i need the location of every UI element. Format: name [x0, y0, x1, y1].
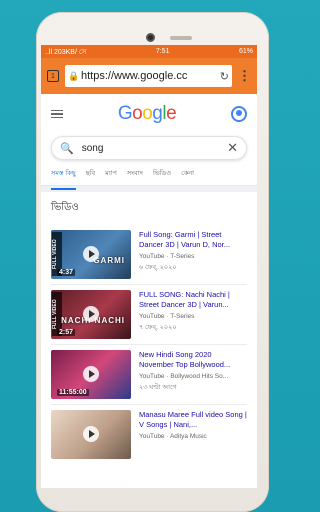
- tab-news[interactable]: সংবাদ: [127, 168, 143, 185]
- video-thumbnail[interactable]: FULL VIDEO NACHI NACHI 2:57: [51, 290, 131, 339]
- tab-all[interactable]: সমস্ত কিছু: [51, 168, 76, 190]
- tab-switcher-button[interactable]: 1: [47, 70, 59, 82]
- video-duration: 4:37: [57, 269, 76, 276]
- video-source: YouTube · Bollywood Hits So...: [139, 373, 229, 381]
- account-icon[interactable]: [231, 106, 247, 122]
- carrier-speed: ..ll 203KB/ সে: [45, 48, 87, 56]
- video-source: YouTube · T-Series: [139, 313, 195, 321]
- video-title-link[interactable]: New Hindi Song 2020 November Top Bollywo…: [139, 350, 247, 370]
- play-icon[interactable]: [83, 366, 99, 382]
- search-input[interactable]: song: [82, 143, 219, 154]
- address-bar[interactable]: 🔒 https://www.google.cc ↻: [65, 65, 232, 87]
- clock: 7:51: [155, 48, 170, 55]
- video-title-link[interactable]: Manasu Maree Full video Song | V Songs |…: [139, 410, 247, 430]
- video-result[interactable]: Manasu Maree Full video Song | V Songs |…: [51, 405, 247, 464]
- url-text[interactable]: https://www.google.cc: [81, 70, 217, 82]
- tab-videos[interactable]: ভিডিও: [153, 168, 171, 185]
- earpiece-speaker: [170, 36, 192, 40]
- play-icon[interactable]: [83, 426, 99, 442]
- videos-section: ভিডিও FULL VIDEO GARMI 4:37 Full Song: G…: [41, 192, 257, 472]
- status-bar: ..ll 203KB/ সে 7:51 61%: [41, 45, 257, 58]
- video-date: ৬ ফেব্, ২০২০: [139, 264, 177, 272]
- video-date: ২৩ ঘণ্টা আগে: [139, 384, 177, 392]
- video-title-link[interactable]: Full Song: Garmi | Street Dancer 3D | Va…: [139, 230, 247, 250]
- menu-icon[interactable]: ⋮: [238, 68, 251, 84]
- video-result[interactable]: FULL VIDEO NACHI NACHI 2:57 FULL SONG: N…: [51, 285, 247, 345]
- tab-maps[interactable]: ম্যাপ: [105, 168, 117, 185]
- video-duration: 2:57: [57, 329, 76, 336]
- play-icon[interactable]: [83, 306, 99, 322]
- video-thumbnail[interactable]: FULL VIDEO GARMI 4:37: [51, 230, 131, 279]
- video-source: YouTube · T-Series: [139, 253, 195, 261]
- play-icon[interactable]: [83, 246, 99, 262]
- video-duration: 11:55:00: [57, 389, 89, 396]
- clear-search-icon[interactable]: ✕: [227, 140, 238, 156]
- video-meta: Full Song: Garmi | Street Dancer 3D | Va…: [139, 230, 247, 279]
- search-icon[interactable]: 🔍: [60, 142, 74, 155]
- video-thumbnail[interactable]: 11:55:00: [51, 350, 131, 399]
- lock-icon: 🔒: [68, 71, 80, 81]
- video-meta: New Hindi Song 2020 November Top Bollywo…: [139, 350, 247, 399]
- video-meta: Manasu Maree Full video Song | V Songs |…: [139, 410, 247, 459]
- browser-toolbar: 1 🔒 https://www.google.cc ↻ ⋮: [41, 58, 257, 94]
- search-box[interactable]: 🔍 song ✕: [51, 136, 247, 160]
- videos-heading: ভিডিও: [51, 202, 79, 213]
- tab-shopping[interactable]: কেনা: [181, 168, 194, 185]
- video-result[interactable]: FULL VIDEO GARMI 4:37 Full Song: Garmi |…: [51, 225, 247, 285]
- reload-icon[interactable]: ↻: [220, 70, 229, 83]
- search-tabs: সমস্ত কিছু ছবি ম্যাপ সংবাদ ভিডিও কেনা: [41, 160, 257, 190]
- video-thumbnail[interactable]: [51, 410, 131, 459]
- phone-screen: ..ll 203KB/ সে 7:51 61% 1 🔒 https://www.…: [41, 45, 257, 488]
- google-logo[interactable]: Google: [63, 103, 231, 125]
- video-title-link[interactable]: FULL SONG: Nachi Nachi | Street Dancer 3…: [139, 290, 247, 310]
- tab-images[interactable]: ছবি: [86, 168, 95, 185]
- hamburger-menu-icon[interactable]: [51, 109, 63, 119]
- front-camera: [146, 33, 155, 42]
- google-header: Google: [41, 94, 257, 134]
- video-source: YouTube · Aditya Music: [139, 433, 207, 441]
- video-meta: FULL SONG: Nachi Nachi | Street Dancer 3…: [139, 290, 247, 339]
- battery-level: 61%: [238, 48, 253, 55]
- video-date: ৭ ফেব্, ২০২০: [139, 324, 177, 332]
- video-result[interactable]: 11:55:00 New Hindi Song 2020 November To…: [51, 345, 247, 405]
